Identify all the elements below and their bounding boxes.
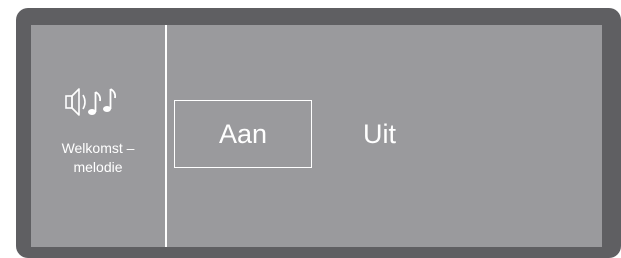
panel-divider — [165, 25, 167, 247]
setting-info-panel: Welkomst – melodie — [31, 25, 165, 247]
option-off-label: Uit — [363, 119, 396, 149]
display-screen: Welkomst – melodie Aan Uit — [31, 25, 602, 247]
setting-label: Welkomst – melodie — [61, 140, 135, 175]
option-on-button[interactable]: Aan — [174, 100, 312, 168]
option-on-label: Aan — [218, 119, 268, 149]
option-off-button[interactable]: Uit — [363, 119, 396, 149]
speaker-music-notes-icon — [65, 88, 117, 116]
